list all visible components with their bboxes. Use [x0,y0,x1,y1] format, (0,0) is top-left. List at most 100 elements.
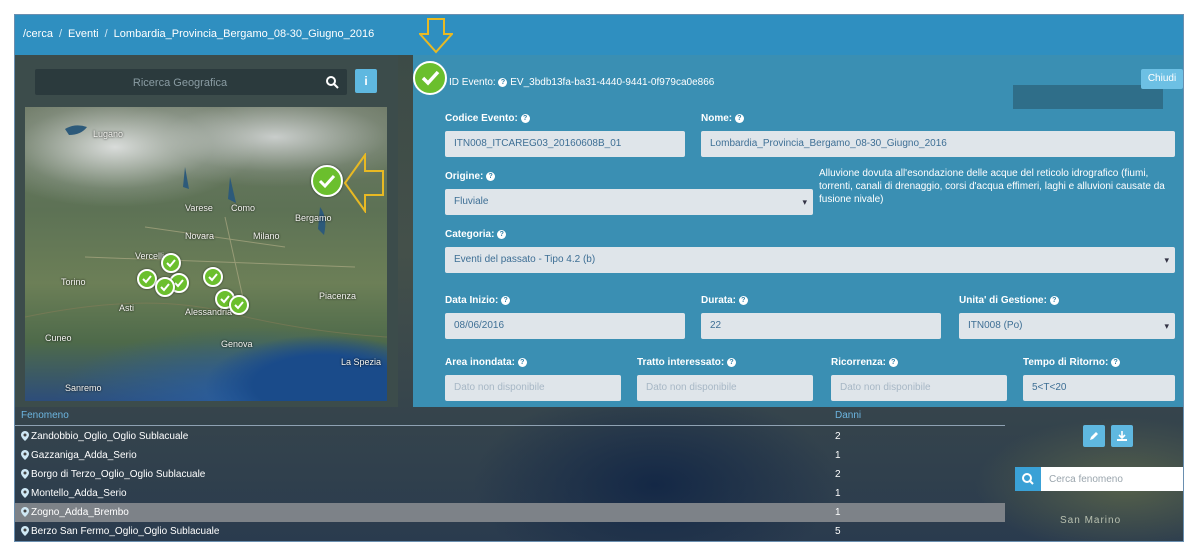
help-icon[interactable]: ? [501,295,511,305]
map-marker-icon[interactable] [203,267,223,287]
event-detail-panel: ID Evento: ? EV_3bdb13fa-ba31-4440-9441-… [413,55,1183,407]
durata-field[interactable]: 22 [701,313,941,339]
tratto-field[interactable]: Dato non disponibile [637,375,813,401]
row-fenomeno: Zandobbio_Oglio_Oglio Sublacuale [31,431,189,442]
area-field[interactable]: Dato non disponibile [445,375,621,401]
map-pin-icon [21,450,29,460]
unita-select[interactable]: ITN008 (Po) ▾ [959,313,1175,339]
help-icon[interactable]: ? [738,295,748,305]
row-fenomeno: Borgo di Terzo_Oglio_Oglio Sublacuale [31,469,206,480]
row-danni: 5 [835,526,841,537]
breadcrumb: /cerca / Eventi / Lombardia_Provincia_Bergam… [23,28,375,40]
table-row[interactable]: Borgo di Terzo_Oglio_Oglio Sublacuale 2 [15,465,1005,484]
origine-select[interactable]: Fluviale ▾ [445,189,813,215]
map-marker-selected-icon[interactable] [311,165,343,197]
map-marker-icon[interactable] [155,277,175,297]
map-marker-icon[interactable] [161,253,181,273]
edit-button[interactable] [1083,425,1105,447]
table-row[interactable]: Zandobbio_Oglio_Oglio Sublacuale 2 [15,427,1005,446]
nome-label: Nome: ? [701,113,744,124]
close-button[interactable]: Chiudi [1141,69,1183,89]
map-city-label: Genova [221,339,253,349]
origine-label: Origine: ? [445,171,496,182]
row-danni: 1 [835,507,841,518]
table-header: Fenomeno Danni [15,407,1005,426]
header-strip [1013,85,1163,109]
fenomeno-search-input[interactable] [1041,467,1183,491]
map-marker-icon[interactable] [229,295,249,315]
map-pin-icon [21,507,29,517]
row-fenomeno: Gazzaniga_Adda_Serio [31,450,137,461]
help-icon[interactable]: ? [498,77,508,87]
table-row[interactable]: Montello_Adda_Serio 1 [15,484,1005,503]
map-city-label: Novara [185,231,215,241]
help-icon[interactable]: ? [520,113,530,123]
nome-field[interactable]: Lombardia_Provincia_Bergamo_08-30_Giugno… [701,131,1175,157]
event-id-row: ID Evento: ? EV_3bdb13fa-ba31-4440-9441-… [449,77,714,88]
area-label: Area inondata: ? [445,357,527,368]
map-city-label: Lugano [93,129,124,139]
unita-value: ITN008 (Po) [968,320,1023,331]
event-id-label: ID Evento: [449,77,496,88]
origine-value: Fluviale [454,196,489,207]
row-danni: 2 [835,431,841,442]
breadcrumb-cerca[interactable]: /cerca [23,28,53,40]
help-icon[interactable]: ? [1111,357,1121,367]
breadcrumb-bar: /cerca / Eventi / Lombardia_Provincia_Bergam… [15,15,1183,55]
help-icon[interactable]: ? [888,357,898,367]
search-icon[interactable] [325,75,339,89]
breadcrumb-eventi[interactable]: Eventi [68,28,99,40]
table-row[interactable]: Gazzaniga_Adda_Serio 1 [15,446,1005,465]
ricorrenza-field[interactable]: Dato non disponibile [831,375,1007,401]
map-city-label: Torino [61,277,86,287]
data-inizio-label: Data Inizio: ? [445,295,511,306]
column-header-fenomeno[interactable]: Fenomeno [21,410,69,421]
help-icon[interactable]: ? [497,229,507,239]
unita-label: Unita' di Gestione: ? [959,295,1059,306]
geo-search-box [35,69,347,95]
map-pin-icon [21,488,29,498]
fenomeno-search [1015,467,1183,491]
help-icon[interactable]: ? [727,357,737,367]
download-button[interactable] [1111,425,1133,447]
map-lakes [25,125,387,338]
categoria-label: Categoria: ? [445,229,507,240]
row-danni: 1 [835,488,841,499]
event-selected-check-icon [413,61,447,95]
map-pin-icon [21,469,29,479]
ricorrenza-label: Ricorrenza: ? [831,357,898,368]
map-view[interactable]: Lugano Varese Como Bergamo Milano Novara… [25,107,387,401]
chevron-down-icon: ▾ [1164,321,1169,331]
categoria-select[interactable]: Eventi del passato - Tipo 4.2 (b) ▾ [445,247,1175,273]
map-city-label: Cuneo [45,333,72,343]
table-row-selected[interactable]: Zogno_Adda_Brembo 1 [15,503,1005,522]
help-icon[interactable]: ? [517,357,527,367]
chevron-down-icon: ▾ [802,197,807,207]
help-icon[interactable]: ? [1049,295,1059,305]
help-icon[interactable]: ? [486,171,496,181]
search-icon[interactable] [1015,467,1041,491]
info-button[interactable]: i [355,69,377,93]
tempo-field[interactable]: 5<T<20 [1023,375,1175,401]
geo-search-input[interactable] [43,73,317,93]
row-danni: 2 [835,469,841,480]
pencil-icon [1090,432,1098,440]
map-pin-icon [21,526,29,536]
chevron-down-icon: ▾ [1164,255,1169,265]
download-icon [1117,431,1127,441]
map-city-label: Piacenza [319,291,357,301]
map-city-label: La Spezia [341,357,382,367]
row-danni: 1 [835,450,841,461]
categoria-value: Eventi del passato - Tipo 4.2 (b) [454,254,596,265]
origine-description: Alluvione dovuta all'esondazione delle a… [819,168,1165,205]
column-header-danni[interactable]: Danni [835,410,861,421]
row-fenomeno: Berzo San Fermo_Oglio_Oglio Sublacuale [31,526,220,537]
tempo-label: Tempo di Ritorno: ? [1023,357,1121,368]
codice-field[interactable]: ITN008_ITCAREG03_20160608B_01 [445,131,685,157]
data-inizio-field[interactable]: 08/06/2016 [445,313,685,339]
map-city-label: Milano [253,231,280,241]
map-marker-icon[interactable] [137,269,157,289]
help-icon[interactable]: ? [734,113,744,123]
table-row[interactable]: Berzo San Fermo_Oglio_Oglio Sublacuale 5 [15,522,1005,541]
durata-label: Durata: ? [701,295,748,306]
